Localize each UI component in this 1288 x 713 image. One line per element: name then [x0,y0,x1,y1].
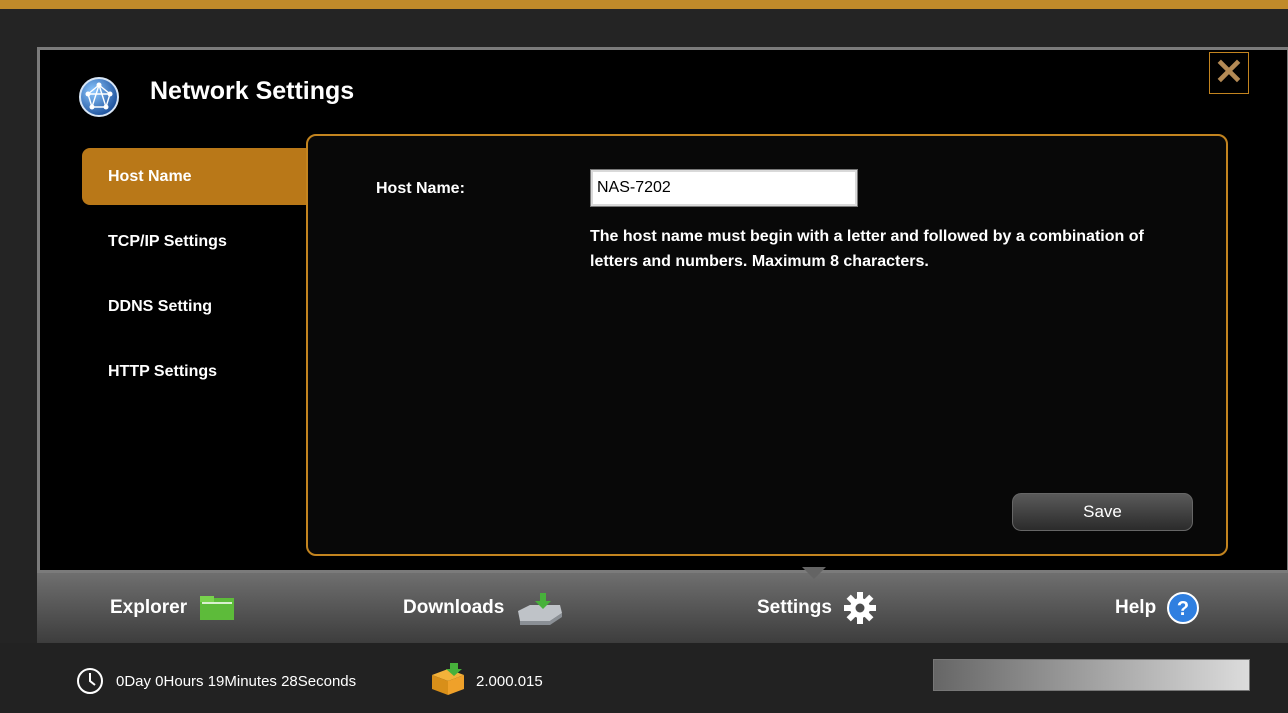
folder-icon [200,596,235,620]
sidebar-item-label: HTTP Settings [108,363,218,380]
svg-text:?: ? [1177,598,1189,620]
window-title: Network Settings [150,77,355,105]
settings-sidebar: Host Name TCP/IP Settings DDNS Setting H… [82,148,308,408]
close-icon: ✕ [1213,51,1245,92]
sidebar-item-label: Host Name [108,168,192,185]
clock-icon [77,668,103,694]
sidebar-item-tcp-ip-settings[interactable]: TCP/IP Settings [82,213,308,270]
download-drive-icon [517,593,562,625]
bottom-dock: Explorer Downloads Settings Help ? [37,567,1288,643]
sidebar-item-host-name[interactable]: Host Name [82,148,308,205]
dock-item-label: Explorer [110,597,188,618]
sidebar-item-ddns-setting[interactable]: DDNS Setting [82,278,308,335]
dock-item-settings[interactable]: Settings [757,591,877,625]
help-icon: ? [1167,592,1200,624]
firmware-version-text: 2.000.015 [476,673,543,690]
host-name-label: Host Name: [376,180,465,197]
top-accent-bar [0,0,1288,9]
active-dock-pointer [802,567,826,579]
status-bar: 0Day 0Hours 19Minutes 28Seconds 2.000.01… [0,643,1288,713]
dock-item-label: Downloads [403,597,505,618]
settings-window-body: Network Settings ✕ Host Name TCP/IP Sett… [40,50,1287,570]
host-name-panel: Host Name: The host name must begin with… [306,134,1228,556]
globe-network-icon [79,77,119,117]
sidebar-item-label: DDNS Setting [108,298,212,315]
firmware-box-icon [432,663,464,695]
sidebar-item-label: TCP/IP Settings [108,233,227,250]
sidebar-item-http-settings[interactable]: HTTP Settings [82,343,308,400]
uptime-text: 0Day 0Hours 19Minutes 28Seconds [116,673,357,690]
gear-icon [844,592,877,624]
dock-item-explorer[interactable]: Explorer [110,591,238,625]
host-name-input[interactable] [590,169,858,207]
dock-item-label: Settings [757,597,832,618]
host-name-help-text: The host name must begin with a letter a… [590,228,1144,270]
dock-item-label: Help [1115,597,1157,618]
save-button[interactable]: Save [1012,493,1193,531]
settings-window: Network Settings ✕ Host Name TCP/IP Sett… [37,47,1288,573]
progress-bar [933,659,1250,691]
dock-item-help[interactable]: Help ? [1115,591,1200,625]
dock-item-downloads[interactable]: Downloads [403,591,564,625]
close-button[interactable]: ✕ [1209,52,1249,94]
